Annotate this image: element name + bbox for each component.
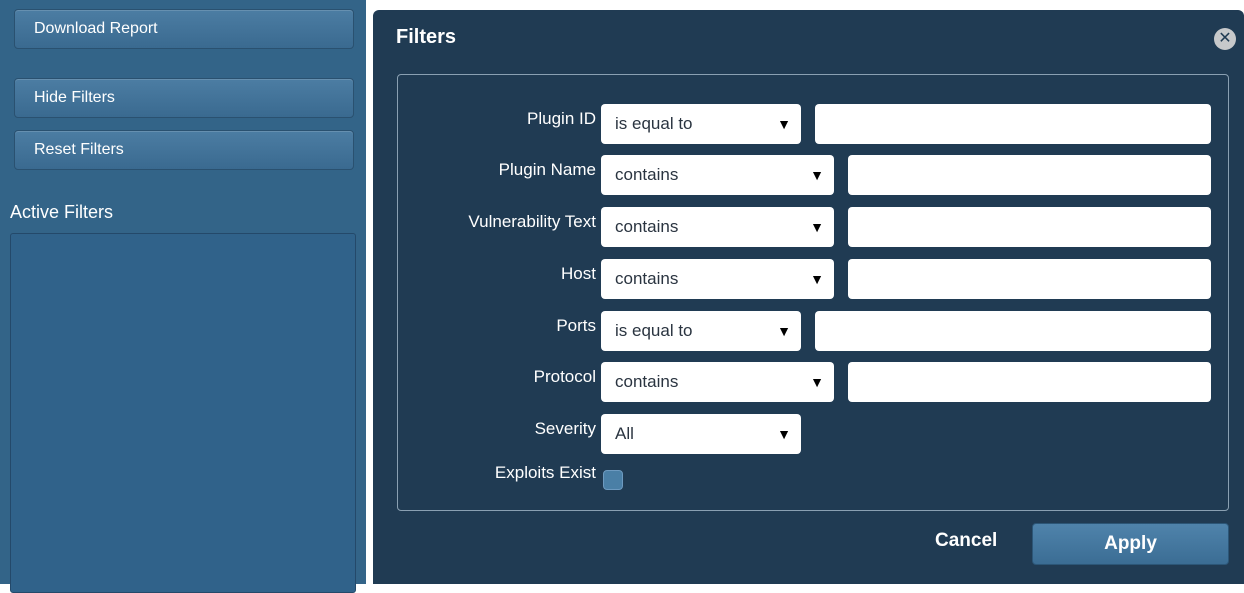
filter-row-host: Host contains ▼ <box>398 259 1230 299</box>
ports-input[interactable] <box>815 311 1211 351</box>
reset-filters-button[interactable]: Reset Filters <box>14 130 354 170</box>
protocol-input[interactable] <box>848 362 1211 402</box>
filter-row-protocol: Protocol contains ▼ <box>398 362 1230 402</box>
filter-label: Protocol <box>533 367 596 386</box>
vulnerability-text-input[interactable] <box>848 207 1211 247</box>
dropdown-arrow-icon: ▼ <box>810 167 824 183</box>
filter-label: Exploits Exist <box>494 463 596 482</box>
operator-select[interactable]: contains ▼ <box>601 207 834 247</box>
filter-label: Host <box>561 264 596 283</box>
sidebar: Download Report Hide Filters Reset Filte… <box>0 0 366 593</box>
filter-label: Vulnerability Text <box>468 212 596 231</box>
filter-row-exploits-exist: Exploits Exist <box>398 458 1230 498</box>
filter-label: Ports <box>556 316 596 335</box>
severity-select[interactable]: All ▼ <box>601 414 801 454</box>
dropdown-arrow-icon: ▼ <box>810 219 824 235</box>
operator-value: is equal to <box>615 114 693 133</box>
operator-select[interactable]: is equal to ▼ <box>601 104 801 144</box>
close-icon[interactable]: ✕ <box>1214 28 1236 50</box>
dropdown-arrow-icon: ▼ <box>777 116 791 132</box>
filter-row-severity: Severity All ▼ <box>398 414 1230 454</box>
filters-panel: Filters ✕ Plugin ID is equal to ▼ Plugin… <box>373 10 1244 584</box>
panel-title: Filters <box>396 26 457 48</box>
filter-row-plugin-id: Plugin ID is equal to ▼ <box>398 104 1230 144</box>
operator-select[interactable]: is equal to ▼ <box>601 311 801 351</box>
dropdown-arrow-icon: ▼ <box>810 374 824 390</box>
operator-value: contains <box>615 372 679 391</box>
filter-row-ports: Ports is equal to ▼ <box>398 311 1230 351</box>
filter-label: Plugin ID <box>527 109 596 128</box>
operator-value: is equal to <box>615 321 693 340</box>
operator-select[interactable]: contains ▼ <box>601 155 834 195</box>
download-report-button[interactable]: Download Report <box>14 9 354 49</box>
dropdown-arrow-icon: ▼ <box>777 426 791 442</box>
operator-value: contains <box>615 269 679 288</box>
severity-value: All <box>615 424 634 443</box>
exploits-exist-checkbox[interactable] <box>603 470 623 490</box>
dropdown-arrow-icon: ▼ <box>777 323 791 339</box>
filter-row-plugin-name: Plugin Name contains ▼ <box>398 155 1230 195</box>
operator-value: contains <box>615 165 679 184</box>
host-input[interactable] <box>848 259 1211 299</box>
apply-button[interactable]: Apply <box>1032 523 1229 565</box>
operator-value: contains <box>615 217 679 236</box>
filter-label: Severity <box>534 419 596 438</box>
operator-select[interactable]: contains ▼ <box>601 259 834 299</box>
active-filters-label: Active Filters <box>10 202 114 222</box>
filter-row-vulnerability-text: Vulnerability Text contains ▼ <box>398 207 1230 247</box>
filter-form: Plugin ID is equal to ▼ Plugin Name cont… <box>397 74 1229 511</box>
cancel-button[interactable]: Cancel <box>935 530 997 552</box>
operator-select[interactable]: contains ▼ <box>601 362 834 402</box>
plugin-name-input[interactable] <box>848 155 1211 195</box>
filter-label: Plugin Name <box>498 160 596 179</box>
active-filters-list <box>10 233 356 593</box>
hide-filters-button[interactable]: Hide Filters <box>14 78 354 118</box>
plugin-id-input[interactable] <box>815 104 1211 144</box>
dropdown-arrow-icon: ▼ <box>810 271 824 287</box>
